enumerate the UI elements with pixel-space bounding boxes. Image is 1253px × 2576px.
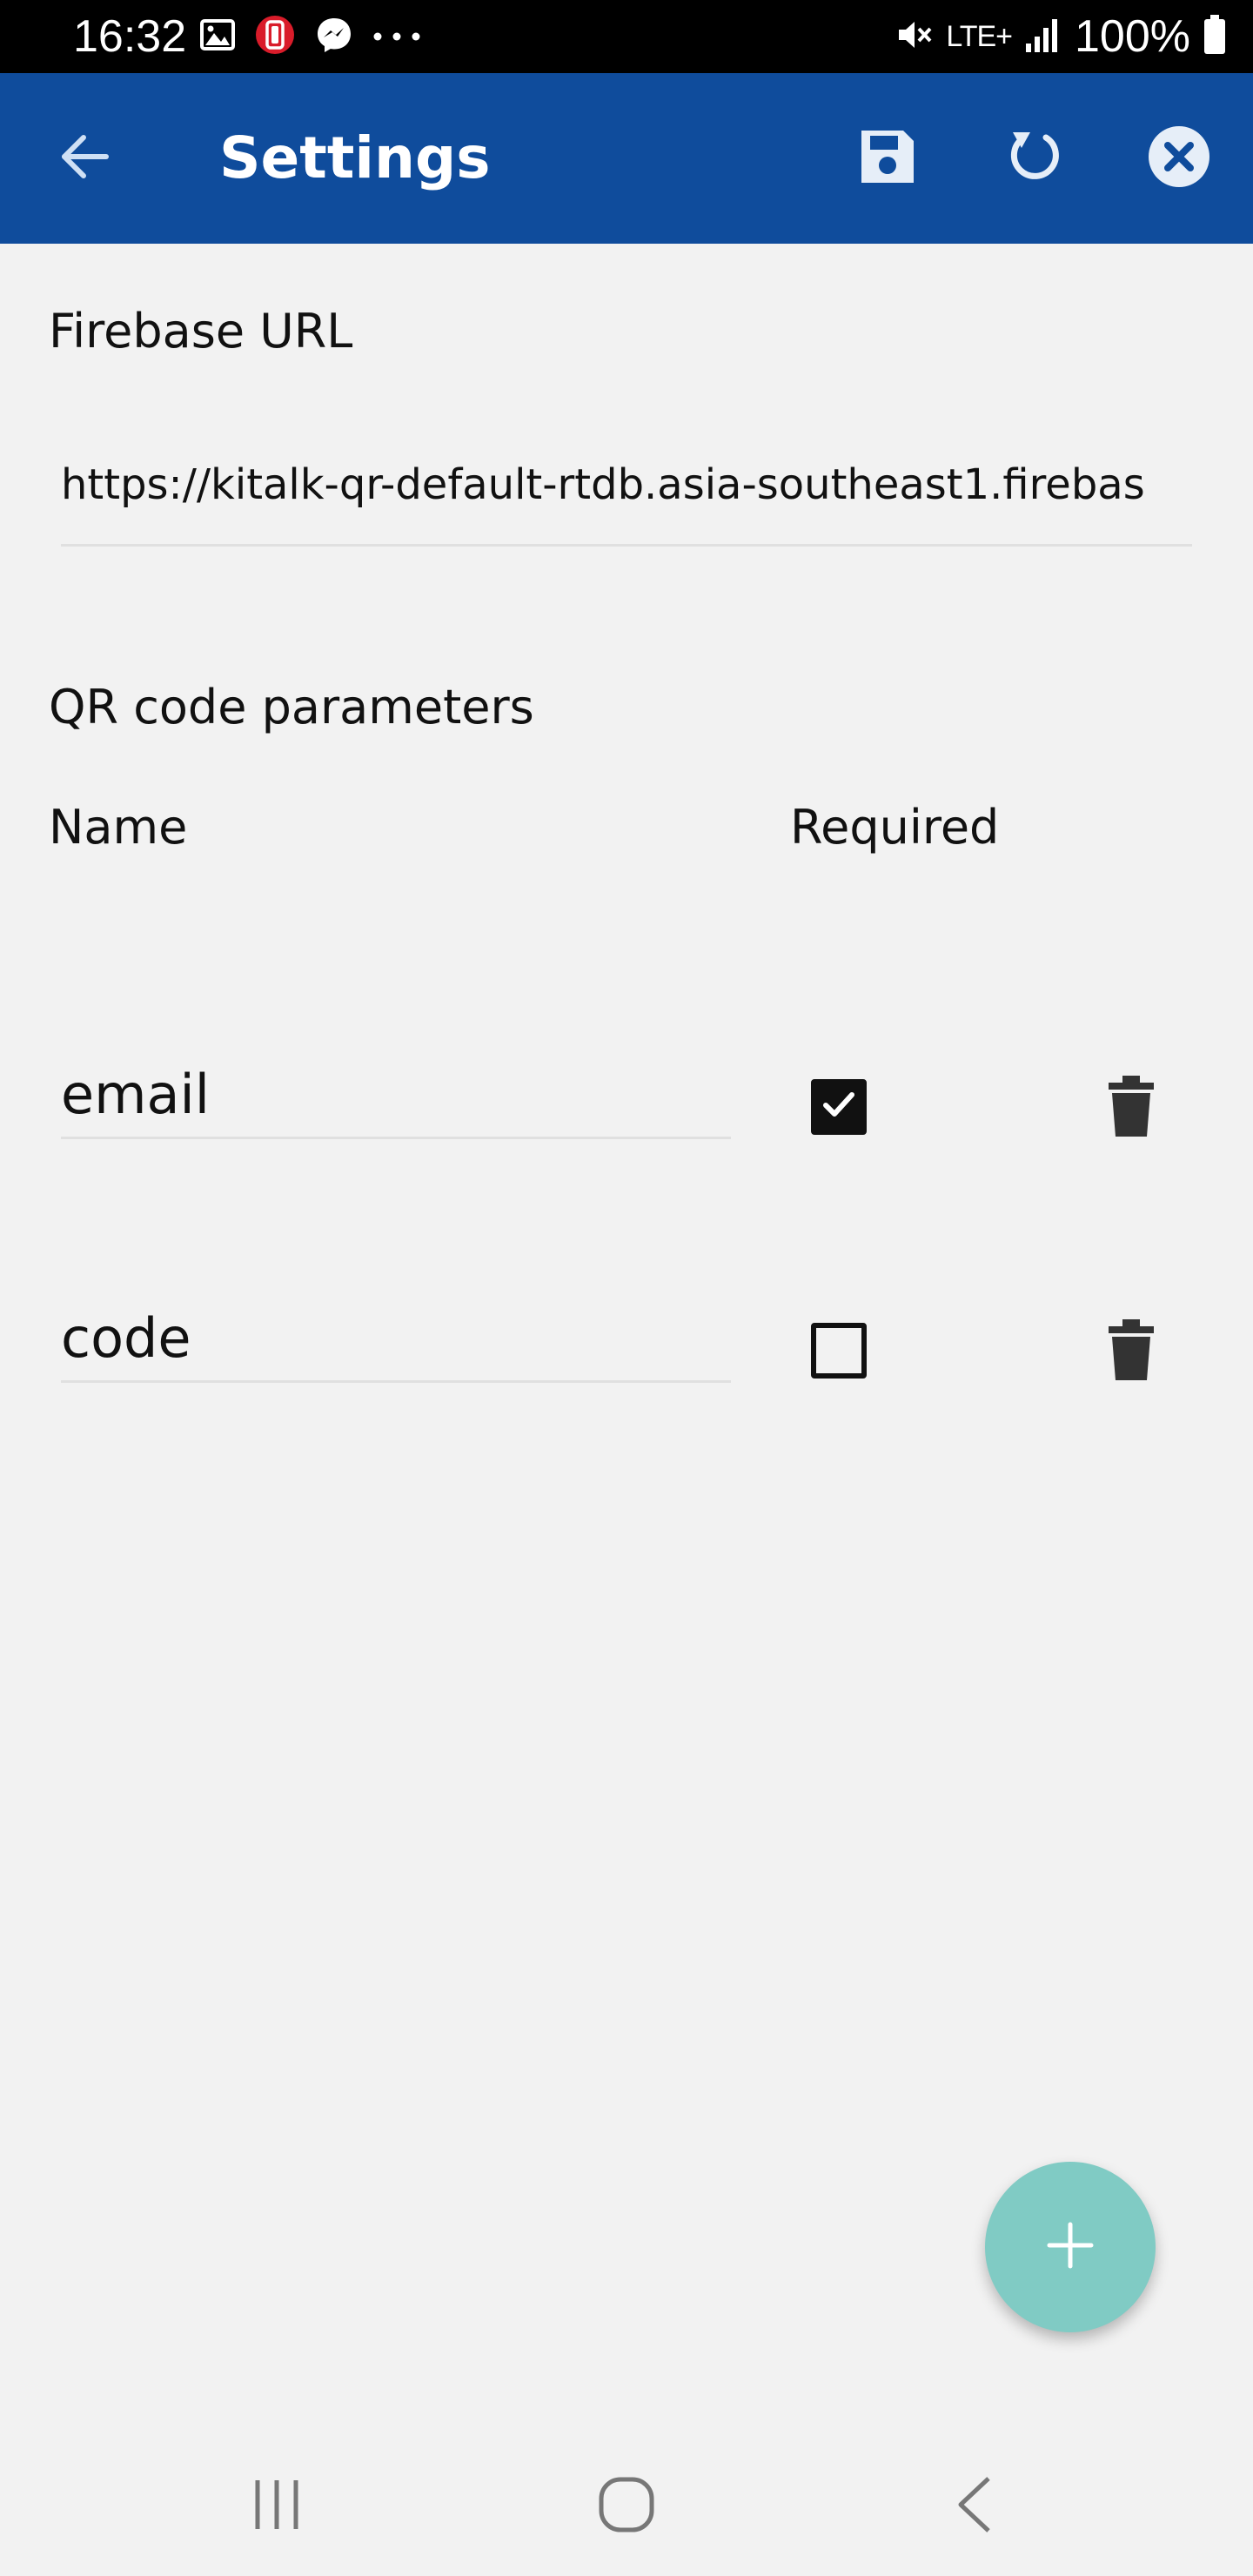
check-icon: [820, 1086, 858, 1128]
status-bar: 16:32 LTE+ 100%: [0, 0, 1253, 73]
refresh-icon: [1004, 127, 1063, 190]
nav-back-button[interactable]: [940, 2472, 1009, 2541]
refresh-button[interactable]: [992, 117, 1075, 200]
image-icon: [200, 19, 235, 54]
lte-icon: LTE+: [946, 19, 1013, 53]
recents-icon: [251, 2477, 303, 2536]
required-checkbox[interactable]: [811, 1323, 867, 1379]
param-name-input[interactable]: code: [61, 1293, 731, 1383]
back-arrow-icon: [57, 129, 113, 188]
status-system-icons: LTE+ 100%: [895, 7, 1227, 66]
delete-button[interactable]: [1103, 1318, 1159, 1384]
back-icon: [954, 2475, 995, 2538]
mute-icon: [895, 16, 934, 57]
column-header-name: Name: [49, 800, 188, 855]
trash-icon: [1103, 1319, 1159, 1387]
recents-button[interactable]: [242, 2472, 312, 2541]
save-icon: [856, 125, 919, 191]
firebase-url-label: Firebase URL: [49, 304, 353, 359]
param-name-value: code: [61, 1306, 191, 1370]
app-notification-icon: [254, 14, 296, 59]
save-button[interactable]: [846, 117, 929, 200]
close-button[interactable]: [1137, 117, 1221, 200]
column-header-required: Required: [790, 800, 1000, 855]
system-nav-bar: [0, 2428, 1253, 2576]
plus-icon: [1044, 2219, 1096, 2275]
back-button[interactable]: [44, 117, 127, 200]
trash-icon: [1103, 1076, 1159, 1144]
more-dots-icon: [372, 29, 421, 45]
battery-percent: 100%: [1075, 11, 1190, 62]
battery-icon: [1203, 14, 1227, 59]
param-row: code: [0, 1293, 1253, 1398]
param-name-input[interactable]: email: [61, 1050, 731, 1139]
required-checkbox[interactable]: [811, 1079, 867, 1135]
home-icon: [597, 2475, 656, 2538]
status-notification-icons: [200, 14, 421, 59]
firebase-url-field[interactable]: https://kitalk-qr-default-rtdb.asia-sout…: [61, 439, 1192, 547]
param-row: email: [0, 1050, 1253, 1154]
close-icon: [1147, 124, 1211, 192]
status-time: 16:32: [73, 11, 187, 62]
add-parameter-button[interactable]: [985, 2162, 1156, 2332]
signal-icon: [1024, 16, 1062, 57]
delete-button[interactable]: [1103, 1074, 1159, 1140]
app-bar: Settings: [0, 73, 1253, 244]
messenger-icon: [315, 16, 353, 57]
home-button[interactable]: [592, 2472, 661, 2541]
firebase-url-value: https://kitalk-qr-default-rtdb.asia-sout…: [61, 460, 1145, 509]
param-name-value: email: [61, 1063, 210, 1126]
qr-params-title: QR code parameters: [49, 680, 534, 735]
page-title: Settings: [219, 124, 491, 191]
